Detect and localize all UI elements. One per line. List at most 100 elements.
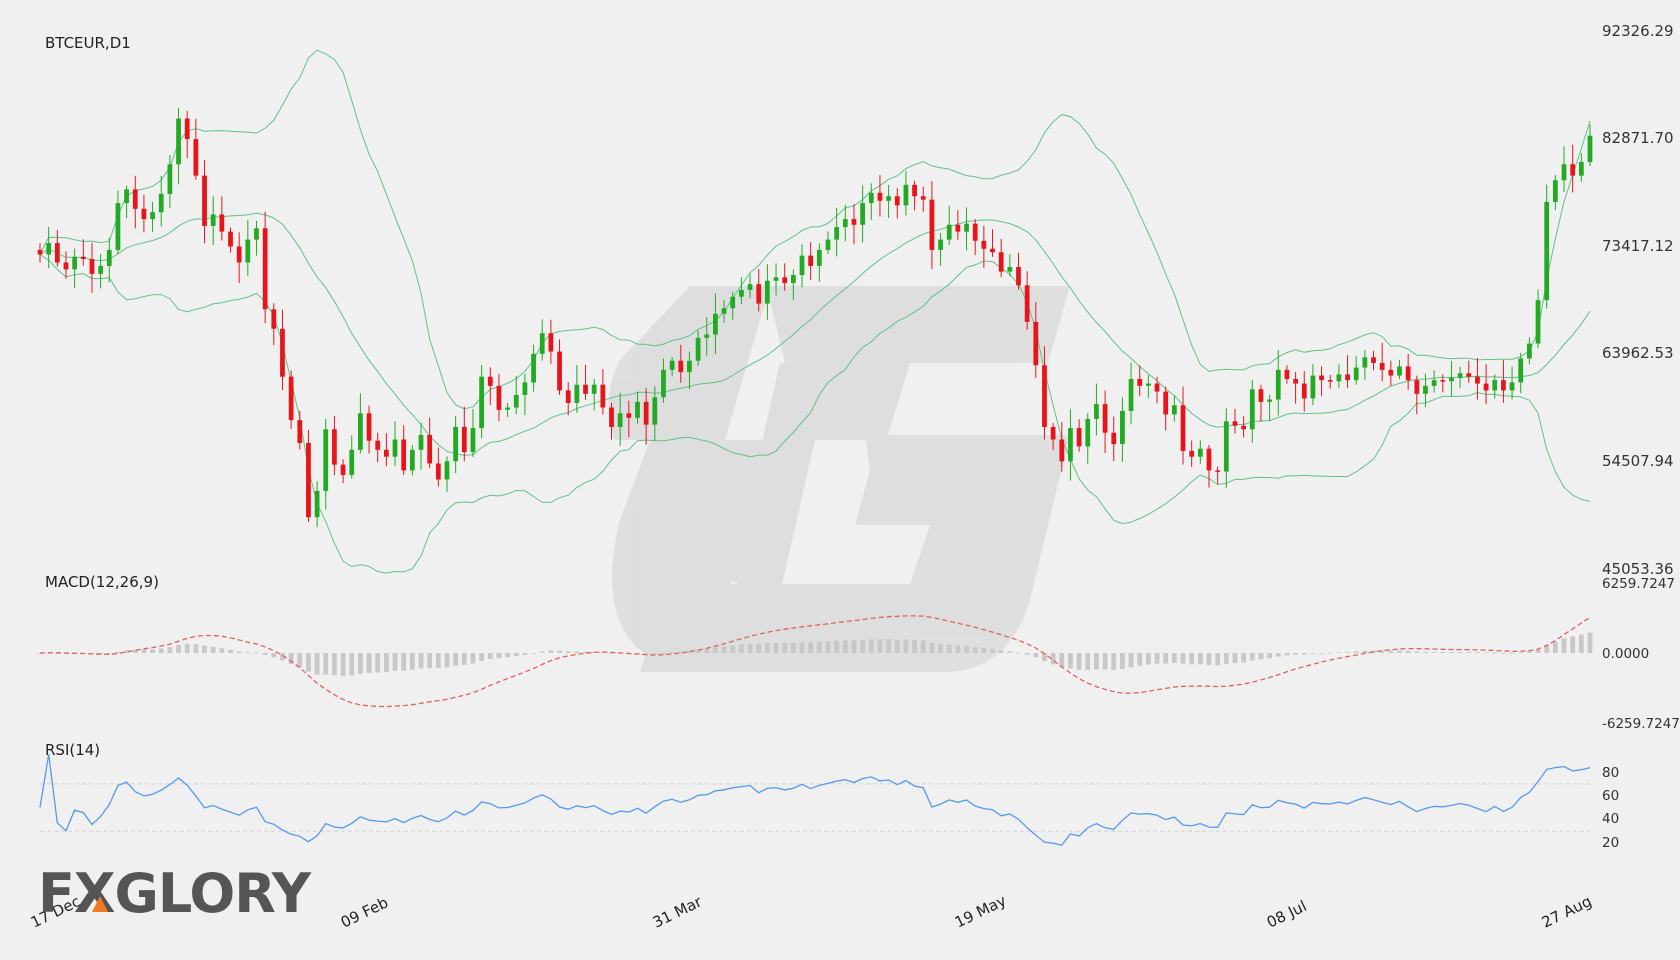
macd-histogram-bar (747, 643, 753, 653)
candle-body (435, 463, 441, 480)
candle-body (695, 337, 701, 361)
candle-body (920, 196, 926, 200)
candle-body (141, 208, 147, 220)
candle-body (1111, 432, 1117, 445)
macd-histogram-bar (565, 651, 571, 653)
price-tick: 82871.70 (1602, 129, 1674, 147)
macd-histogram-bar (574, 651, 580, 653)
candle-body (332, 429, 337, 465)
candle-body (600, 384, 606, 408)
macd-histogram-bar (323, 653, 329, 675)
candle-body (860, 203, 866, 225)
date-label: 08 Jul (1264, 897, 1310, 932)
macd-histogram-bar (453, 653, 459, 666)
candle-body (678, 360, 684, 373)
candle-body (1431, 380, 1437, 386)
candle-body (609, 407, 614, 427)
macd-histogram-bar (262, 653, 268, 655)
macd-histogram-bar (1163, 653, 1169, 664)
macd-histogram-bar (1007, 651, 1013, 653)
macd-histogram-bar (332, 653, 337, 676)
candle-body (375, 440, 381, 450)
macd-histogram-bar (990, 649, 995, 653)
macd-histogram-bar (808, 642, 814, 653)
macd-histogram-bar (1440, 652, 1446, 653)
candle-body (1397, 366, 1402, 376)
candle-body (1483, 383, 1489, 391)
candle-body (1171, 405, 1177, 415)
candle-body (288, 376, 294, 421)
candle-body (790, 275, 796, 284)
macd-histogram-bar (176, 644, 181, 653)
candle-body (245, 239, 251, 263)
candle-body (470, 428, 476, 453)
macd-histogram-bar (1319, 653, 1324, 654)
macd-histogram-bar (1068, 653, 1073, 669)
macd-histogram-bar (375, 653, 381, 673)
candle-body (626, 413, 632, 418)
macd-histogram-bar (141, 649, 147, 653)
macd-histogram-bar (513, 653, 519, 657)
candle-body (1076, 428, 1082, 447)
candle-body (1457, 373, 1463, 378)
candle-body (1197, 448, 1203, 457)
macd-histogram-bar (461, 653, 467, 665)
macd-histogram-bar (713, 647, 718, 653)
candle-body (1414, 380, 1420, 394)
date-label: 19 May (952, 891, 1009, 931)
macd-histogram-bar (1501, 652, 1506, 654)
price-axis: 92326.29 82871.70 73417.12 63962.53 5450… (1602, 22, 1674, 578)
macd-histogram-bar (1518, 652, 1524, 654)
macd-histogram-bar (392, 653, 398, 671)
candle-body (929, 199, 935, 250)
macd-histogram-bar (877, 639, 883, 653)
candle-body (955, 224, 961, 232)
candle-body (340, 464, 346, 475)
candle-body (383, 449, 389, 457)
candle-body (1552, 180, 1558, 202)
candle-body (1249, 389, 1255, 430)
candle-body (202, 175, 207, 226)
macd-histogram-bar (1128, 653, 1134, 668)
svg-text:FXGLORY: FXGLORY (38, 862, 312, 925)
candle-body (323, 429, 329, 491)
macd-histogram-bar (487, 653, 493, 659)
macd-histogram-bar (1267, 653, 1272, 659)
candle-body (401, 439, 407, 471)
rsi-panel (39, 754, 1591, 846)
candle-body (851, 219, 857, 225)
macd-histogram-bar (202, 645, 207, 653)
macd-histogram-bar (920, 640, 926, 653)
candle-body (427, 434, 433, 464)
candle-body (1128, 378, 1134, 411)
candle-body (487, 376, 493, 386)
candle-body (1518, 358, 1524, 383)
macd-histogram-bar (1466, 651, 1472, 653)
macd-histogram-bar (1423, 651, 1428, 653)
candle-body (1371, 357, 1376, 363)
candle-body (1024, 285, 1030, 322)
candle-body (132, 189, 138, 209)
candle-body (1137, 378, 1143, 386)
macd-histogram-bar (1076, 653, 1082, 670)
candle-body (306, 442, 311, 518)
candle-body (314, 490, 320, 518)
macd-histogram-bar (1154, 653, 1160, 664)
candle-body (990, 248, 995, 253)
macd-histogram-bar (1275, 653, 1281, 657)
rsi-tick: 60 (1602, 788, 1619, 804)
candle-body (1102, 404, 1108, 433)
macd-histogram-bar (1388, 650, 1394, 653)
candle-body (1284, 369, 1290, 379)
macd-histogram-bar (756, 643, 762, 653)
candle-body (444, 461, 450, 480)
macd-histogram-bar (496, 653, 502, 659)
macd-histogram-bar (661, 653, 666, 654)
candle-body (557, 351, 562, 391)
macd-histogram-bar (219, 648, 225, 653)
candle-body (1561, 164, 1567, 181)
macd-histogram-bar (1145, 653, 1151, 665)
macd-histogram-bar (1293, 653, 1298, 655)
candle-body (1094, 404, 1099, 419)
date-label: 27 Aug (1539, 892, 1595, 931)
